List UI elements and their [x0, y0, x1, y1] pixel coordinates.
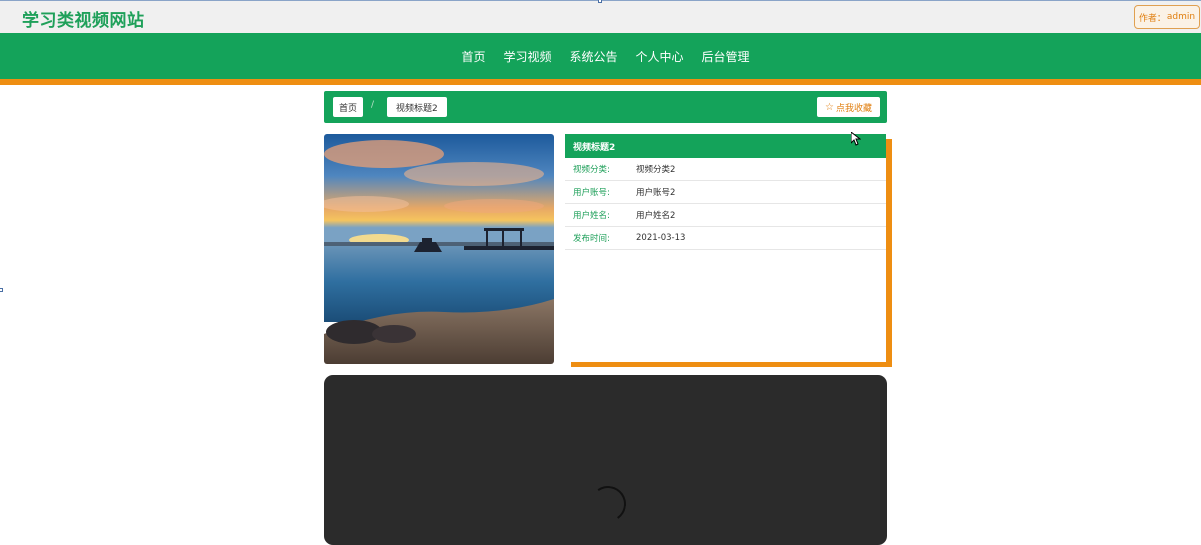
breadcrumb: 首页 / 视频标题2 ☆ 点我收藏: [324, 91, 887, 123]
details-row: 视频分类: 视频分类2: [565, 158, 886, 181]
details-row: 发布时间: 2021-03-13: [565, 227, 886, 250]
breadcrumb-home[interactable]: 首页: [333, 97, 364, 117]
video-details-card: 视频标题2 视频分类: 视频分类2 用户账号: 用户账号2 用户姓名: 用户姓名…: [565, 134, 886, 362]
details-value: 视频分类2: [636, 165, 676, 175]
favorite-button-label: 点我收藏: [835, 103, 872, 114]
selection-handle: [598, 0, 602, 3]
breadcrumb-separator: /: [371, 100, 375, 110]
site-title[interactable]: 学习类视频网站: [22, 6, 145, 31]
sunset-pier-photo: [324, 134, 554, 364]
details-value: 用户姓名2: [636, 211, 676, 221]
details-row: 用户姓名: 用户姓名2: [565, 204, 886, 227]
nav-item-videos[interactable]: 学习视频: [503, 48, 551, 65]
details-value: 2021-03-13: [636, 233, 686, 243]
video-player[interactable]: [324, 375, 887, 545]
video-cover-image: [324, 134, 554, 364]
breadcrumb-current: 视频标题2: [387, 97, 447, 117]
details-key: 视频分类:: [573, 165, 610, 175]
details-row: 用户账号: 用户账号2: [565, 181, 886, 204]
nav-accent-stripe: [0, 79, 1201, 85]
author-name: admin: [1166, 12, 1196, 22]
author-label: 作者：: [1138, 13, 1166, 24]
details-key: 用户账号:: [573, 188, 610, 198]
nav-item-home[interactable]: 首页: [461, 48, 485, 65]
nav-item-admin[interactable]: 后台管理: [702, 48, 750, 65]
details-key: 用户姓名:: [573, 211, 610, 221]
selection-handle: [0, 288, 3, 292]
top-bar: 学习类视频网站 作者： admin: [0, 0, 1201, 33]
nav-item-announcements[interactable]: 系统公告: [569, 48, 617, 65]
favorite-button[interactable]: ☆ 点我收藏: [817, 97, 880, 117]
star-outline-icon: ☆: [825, 101, 834, 113]
nav-item-profile[interactable]: 个人中心: [636, 48, 684, 65]
author-badge: 作者： admin: [1134, 5, 1200, 29]
details-key: 发布时间:: [573, 234, 610, 244]
details-value: 用户账号2: [636, 188, 676, 198]
main-nav: 首页 学习视频 系统公告 个人中心 后台管理: [0, 33, 1201, 79]
mouse-cursor-icon: [851, 132, 861, 146]
details-title: 视频标题2: [565, 134, 886, 158]
loading-spinner-icon: [587, 483, 629, 525]
